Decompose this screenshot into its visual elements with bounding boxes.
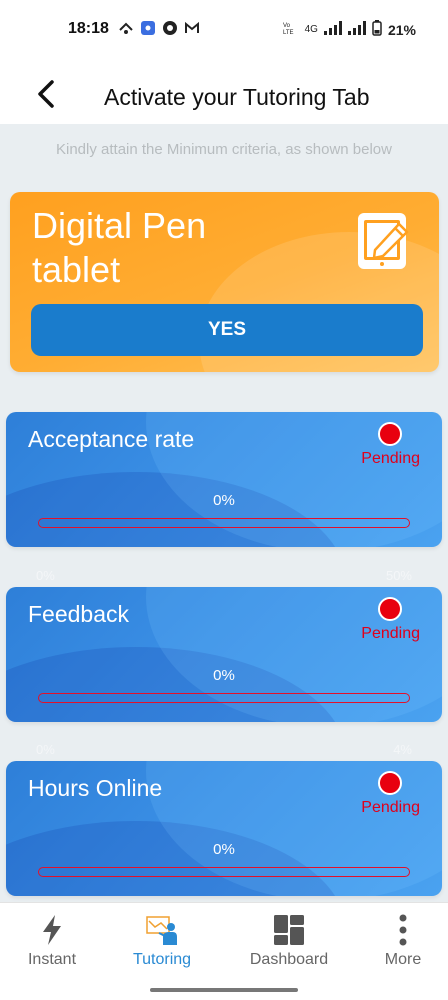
lightning-icon: [43, 915, 61, 945]
svg-text:Vo: Vo: [283, 23, 291, 29]
nav-label: Dashboard: [249, 951, 329, 968]
radio-icon: [140, 20, 156, 36]
signal-icon-2: [347, 21, 366, 38]
status-badge: Pending: [361, 625, 420, 642]
digital-pen-card: Digital Pen tablet YES: [10, 192, 439, 372]
back-button[interactable]: [28, 76, 64, 112]
hours-online-card: Hours Online Pending 0%: [6, 761, 442, 896]
teacher-icon: [146, 916, 177, 945]
yes-button[interactable]: YES: [31, 304, 423, 356]
metric-title: Feedback: [28, 601, 130, 627]
notification-icon: [118, 20, 134, 36]
nav-instant[interactable]: Instant: [0, 913, 108, 969]
nav-label: More: [384, 951, 422, 968]
network-label: 4G: [304, 24, 318, 35]
status-badge: Pending: [361, 799, 420, 816]
signal-icon: [323, 21, 342, 38]
bottom-navigation: Instant Tutoring Dashboard More: [0, 902, 448, 1000]
status-bar: 18:18 Vo LTE 4G 21%: [0, 0, 448, 60]
battery-icon: [372, 20, 382, 39]
chevron-left-icon: [38, 80, 54, 108]
progress-bar: [38, 867, 410, 877]
scale-max: 4%: [393, 742, 412, 757]
status-badge: Pending: [361, 450, 420, 467]
metric-percent: 0%: [213, 841, 235, 858]
metric-percent: 0%: [213, 667, 235, 684]
scale-max: 50%: [385, 568, 412, 583]
nav-tutoring[interactable]: Tutoring: [106, 913, 218, 969]
mail-icon: [184, 20, 200, 36]
battery-percent: 21%: [387, 21, 416, 38]
metric-title: Hours Online: [28, 775, 163, 801]
svg-text:LTE: LTE: [283, 30, 294, 35]
nav-dashboard[interactable]: Dashboard: [233, 913, 345, 969]
digital-pen-title: Digital Pen tablet: [32, 205, 207, 290]
status-dot-icon: [378, 771, 402, 795]
home-indicator[interactable]: [150, 988, 298, 992]
status-time: 18:18: [68, 20, 109, 37]
progress-bar: [38, 518, 410, 528]
metric-title: Acceptance rate: [28, 426, 195, 452]
app-bar: Activate your Tutoring Tab: [0, 60, 448, 124]
feedback-card: Feedback Pending 0%: [6, 587, 442, 722]
scale-min: 0%: [36, 568, 55, 583]
page-title: Activate your Tutoring Tab: [104, 84, 370, 110]
dashboard-icon: [274, 915, 304, 945]
progress-bar: [38, 693, 410, 703]
nav-label: Instant: [27, 951, 77, 968]
scale-min: 0%: [36, 742, 55, 757]
nav-more[interactable]: More: [347, 913, 448, 969]
nav-label: Tutoring: [132, 951, 192, 968]
notification-icons: [118, 20, 200, 36]
status-dot-icon: [378, 422, 402, 446]
more-vertical-icon: [399, 914, 407, 946]
system-status-icons: Vo LTE 4G 21%: [283, 20, 416, 39]
metric-percent: 0%: [213, 492, 235, 509]
volte-icon: Vo LTE: [283, 21, 299, 38]
criteria-hint: Kindly attain the Minimum criteria, as s…: [56, 141, 392, 158]
status-dot-icon: [378, 597, 402, 621]
tablet-pen-icon: [358, 213, 409, 269]
call-icon: [162, 20, 178, 36]
acceptance-rate-card: Acceptance rate Pending 0%: [6, 412, 442, 547]
